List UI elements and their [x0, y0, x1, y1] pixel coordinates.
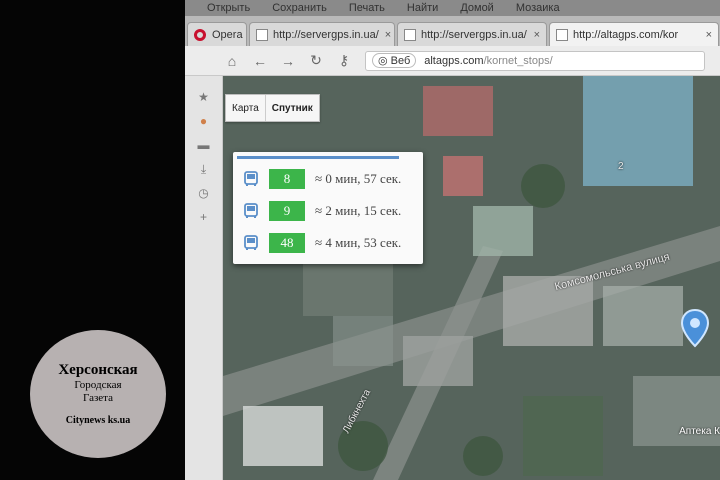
route-eta: ≈ 2 мин, 15 сек.	[315, 203, 402, 218]
building-number-label: 2	[618, 161, 624, 172]
popup-header-bar	[237, 156, 399, 159]
tab-servergps-1[interactable]: http://servergps.in.ua/ ×	[249, 22, 395, 46]
page-favicon-icon	[256, 28, 268, 41]
watermark-subtitle-2: Газета	[82, 392, 114, 404]
satellite-map[interactable]: Карта Спутник Комсомольська вулиця Либкн…	[223, 76, 720, 480]
close-tab-icon[interactable]: ×	[700, 29, 712, 41]
navigation-toolbar: ⌂ ← → ↻ ⚷ ◎ Веб altagps.com /kornet_stop…	[185, 46, 720, 76]
key-icon[interactable]: ⚷	[337, 52, 351, 69]
pharmacy-label: Аптека К	[679, 426, 720, 437]
menu-find[interactable]: Найти	[407, 2, 438, 14]
tab-altagps[interactable]: http://altagps.com/kor ×	[549, 22, 719, 46]
url-host: altagps.com	[424, 54, 484, 67]
route-number-badge: 9	[269, 201, 305, 221]
site-info-label: Веб	[390, 54, 411, 67]
menu-print[interactable]: Печать	[349, 2, 385, 14]
opera-extension-icon[interactable]: ●	[197, 114, 211, 128]
watermark-site: Citynews ks.ua	[65, 415, 131, 426]
url-path: /kornet_stops/	[483, 54, 553, 67]
satellite-imagery	[223, 76, 720, 480]
watermark-subtitle: Городская	[74, 379, 122, 391]
tab-servergps-2[interactable]: http://servergps.in.ua/ ×	[397, 22, 547, 46]
tab-opera[interactable]: Opera	[187, 22, 247, 46]
downloads-icon[interactable]: ⤓	[197, 162, 211, 176]
bus-icon	[244, 235, 258, 250]
newspaper-watermark: Херсонская Городская Газета Citynews ks.…	[30, 330, 166, 458]
page-favicon-icon	[404, 28, 416, 41]
menu-bar: Открыть Сохранить Печать Найти Домой Моз…	[185, 0, 720, 16]
site-info-badge[interactable]: ◎ Веб	[372, 53, 417, 68]
add-panel-icon[interactable]: +	[197, 210, 211, 224]
menu-open[interactable]: Открыть	[207, 2, 250, 14]
route-row: 9 ≈ 2 мин, 15 сек.	[243, 200, 401, 222]
watermark-title: Херсонская	[58, 362, 138, 378]
bus-icon	[244, 171, 258, 186]
route-eta: ≈ 0 мин, 57 сек.	[315, 171, 402, 186]
home-icon[interactable]: ⌂	[225, 53, 239, 69]
page-favicon-icon	[556, 28, 568, 41]
bus-icon	[244, 203, 258, 218]
browser-sidebar: ★ ● ▬ ⤓ ◷ +	[185, 76, 223, 480]
tab-label: Opera	[212, 28, 243, 41]
tab-label: http://servergps.in.ua/	[421, 28, 527, 41]
map-view-button[interactable]: Карта	[226, 95, 265, 121]
close-tab-icon[interactable]: ×	[528, 29, 540, 41]
tab-bar: Opera http://servergps.in.ua/ × http://s…	[185, 16, 720, 46]
forward-icon[interactable]: →	[281, 53, 295, 69]
menu-mosaic[interactable]: Мозаика	[516, 2, 560, 14]
bus-arrivals-popup: 8 ≈ 0 мин, 57 сек. 9 ≈ 2 мин, 15 сек. 48…	[233, 152, 423, 264]
opera-logo-icon	[194, 28, 206, 41]
route-number-badge: 8	[269, 169, 305, 189]
tab-label: http://altagps.com/kor	[573, 28, 679, 41]
reload-icon[interactable]: ↻	[309, 52, 323, 69]
close-tab-icon[interactable]: ×	[379, 29, 391, 41]
notes-icon[interactable]: ▬	[197, 138, 211, 152]
bookmarks-star-icon[interactable]: ★	[197, 90, 211, 104]
route-eta: ≈ 4 мин, 53 сек.	[315, 235, 402, 250]
back-icon[interactable]: ←	[253, 53, 267, 69]
route-row: 8 ≈ 0 мин, 57 сек.	[243, 168, 401, 190]
history-clock-icon[interactable]: ◷	[197, 186, 211, 200]
menu-save[interactable]: Сохранить	[272, 2, 327, 14]
satellite-view-button[interactable]: Спутник	[264, 95, 319, 121]
map-type-control: Карта Спутник	[225, 94, 320, 122]
route-number-badge: 48	[269, 233, 305, 253]
address-bar[interactable]: ◎ Веб altagps.com /kornet_stops/	[365, 50, 705, 71]
location-pin-icon[interactable]	[680, 308, 710, 348]
globe-icon: ◎	[378, 55, 388, 67]
monitor-screen: Открыть Сохранить Печать Найти Домой Моз…	[185, 0, 720, 480]
route-row: 48 ≈ 4 мин, 53 сек.	[243, 232, 401, 254]
tab-label: http://servergps.in.ua/	[273, 28, 379, 41]
menu-home[interactable]: Домой	[460, 2, 494, 14]
